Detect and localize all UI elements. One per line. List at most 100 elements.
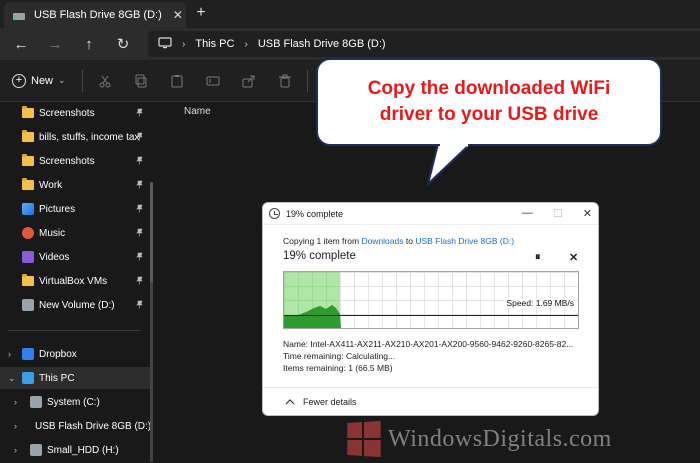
monitor-icon <box>22 372 34 384</box>
cancel-button[interactable]: ✕ <box>569 251 578 264</box>
sidebar-item-small-hdd[interactable]: › Small_HDD (H:) <box>0 439 150 461</box>
source-link[interactable]: Downloads <box>361 236 403 246</box>
navigation-pane: Screenshots bills, stuffs, income tax Sc… <box>0 102 154 463</box>
windows-logo-icon <box>347 420 381 458</box>
sidebar-item-videos[interactable]: Videos <box>0 246 150 268</box>
sidebar-item-music[interactable]: Music <box>0 222 150 244</box>
usb-drive-icon <box>12 9 26 21</box>
sidebar-item-work[interactable]: Work <box>0 174 150 196</box>
sidebar-item-label: VirtualBox VMs <box>39 275 108 287</box>
music-icon <box>22 227 34 239</box>
speed-label: Speed: 1.69 MB/s <box>506 298 574 308</box>
sidebar-item-label: USB Flash Drive 8GB (D:) <box>35 420 152 432</box>
drive-icon <box>30 396 42 408</box>
breadcrumb-usb-drive[interactable]: USB Flash Drive 8GB (D:) <box>258 38 386 50</box>
pin-icon <box>135 132 144 143</box>
back-icon[interactable]: ← <box>4 30 38 58</box>
tab-close-icon[interactable]: ✕ <box>170 8 186 22</box>
copy-icon[interactable] <box>123 66 159 96</box>
sidebar-item-usb-drive[interactable]: › USB Flash Drive 8GB (D:) <box>0 415 152 437</box>
folder-icon <box>22 154 34 166</box>
refresh-icon[interactable]: ↻ <box>106 30 140 58</box>
pin-icon <box>135 156 144 167</box>
watermark-text: WindowsDigitals.com <box>388 425 612 452</box>
chevron-right-icon[interactable]: › <box>14 397 17 407</box>
copy-prefix: Copying 1 item from <box>283 236 360 246</box>
share-icon[interactable] <box>231 66 267 96</box>
sidebar-item-pictures[interactable]: Pictures <box>0 198 150 220</box>
sidebar-item-system-c[interactable]: › System (C:) <box>0 391 150 413</box>
copy-to-word: to <box>405 236 413 246</box>
sidebar-item-label: Screenshots <box>39 107 95 119</box>
new-button-label: New <box>31 74 54 87</box>
new-tab-button[interactable]: + <box>192 4 210 22</box>
copy-progress-dialog: 19% complete — ☐ ✕ Copying 1 item from D… <box>262 202 599 416</box>
sidebar-item-screenshots-2[interactable]: Screenshots <box>0 150 150 172</box>
chevron-right-icon[interactable]: › <box>14 445 17 455</box>
watermark: WindowsDigitals.com <box>346 420 612 458</box>
dialog-title: 19% complete <box>286 208 344 219</box>
file-name: Name: Intel-AX411-AX211-AX210-AX201-AX20… <box>283 339 574 349</box>
folder-icon <box>22 130 34 142</box>
sidebar-item-new-volume[interactable]: New Volume (D:) <box>0 294 150 316</box>
folder-icon <box>22 106 34 118</box>
sidebar-item-screenshots[interactable]: Screenshots <box>0 102 150 124</box>
pin-icon <box>135 204 144 215</box>
column-header-name[interactable]: Name <box>184 106 211 117</box>
plus-icon: + <box>12 73 26 88</box>
pin-icon <box>135 276 144 287</box>
toolbar-divider <box>81 69 83 92</box>
sidebar-item-dropbox[interactable]: › Dropbox <box>0 343 150 365</box>
speed-line <box>284 315 578 316</box>
tab-title: USB Flash Drive 8GB (D:) <box>34 9 162 21</box>
maximize-button[interactable]: ☐ <box>553 207 563 220</box>
chevron-down-icon: ⌄ <box>58 75 66 85</box>
up-icon[interactable]: ↑ <box>72 30 106 58</box>
copy-description: Copying 1 item from Downloads to USB Fla… <box>283 236 514 246</box>
sidebar-item-virtualbox[interactable]: VirtualBox VMs <box>0 270 150 292</box>
chevron-right-icon[interactable]: › <box>8 349 11 359</box>
sidebar-scrollbar[interactable] <box>150 182 153 292</box>
title-bar: USB Flash Drive 8GB (D:) ✕ + <box>0 0 700 28</box>
tab-usb-drive[interactable]: USB Flash Drive 8GB (D:) ✕ <box>4 2 186 28</box>
destination-link[interactable]: USB Flash Drive 8GB (D:) <box>415 236 514 246</box>
sidebar-item-label: This PC <box>39 372 75 384</box>
sidebar-item-label: Small_HDD (H:) <box>47 444 119 456</box>
pin-icon <box>135 180 144 191</box>
breadcrumb-separator: › <box>182 38 186 50</box>
breadcrumb-this-pc[interactable]: This PC <box>195 38 234 50</box>
close-button[interactable]: ✕ <box>583 207 592 220</box>
chevron-down-icon[interactable]: ⌄ <box>8 373 16 384</box>
monitor-icon <box>158 36 172 52</box>
pin-icon <box>135 108 144 119</box>
percent-complete: 19% complete <box>283 250 356 262</box>
minimize-button[interactable]: — <box>522 207 533 220</box>
address-bar[interactable]: › This PC › USB Flash Drive 8GB (D:) <box>148 31 700 57</box>
sidebar-item-this-pc[interactable]: ⌄ This PC <box>0 367 150 389</box>
sidebar-item-bills[interactable]: bills, stuffs, income tax <box>0 126 150 148</box>
new-button[interactable]: + New ⌄ <box>0 73 78 88</box>
drive-icon <box>30 444 42 456</box>
sidebar-item-label: Pictures <box>39 203 76 215</box>
items-remaining: Items remaining: 1 (66.5 MB) <box>283 363 393 373</box>
pin-icon <box>135 300 144 311</box>
delete-icon[interactable] <box>267 66 303 96</box>
clock-icon <box>269 208 280 219</box>
sidebar-item-label: System (C:) <box>47 396 100 408</box>
chevron-right-icon[interactable]: › <box>14 421 17 431</box>
rename-icon[interactable] <box>195 66 231 96</box>
sidebar-item-label: Screenshots <box>39 155 95 167</box>
dropbox-icon <box>22 348 34 360</box>
forward-icon[interactable]: → <box>38 30 72 58</box>
pin-icon <box>135 228 144 239</box>
pause-button[interactable]: ⏸ <box>535 251 541 264</box>
paste-icon[interactable] <box>159 66 195 96</box>
sidebar-item-label: Work <box>39 179 63 191</box>
videos-icon <box>22 251 34 263</box>
fewer-details-button[interactable]: Fewer details <box>263 387 598 415</box>
chevron-up-icon <box>285 397 295 407</box>
sidebar-scrollbar-track[interactable] <box>150 282 153 462</box>
cut-icon[interactable] <box>87 66 123 96</box>
pin-icon <box>135 252 144 263</box>
callout-line-1: Copy the downloaded WiFi <box>367 78 611 99</box>
